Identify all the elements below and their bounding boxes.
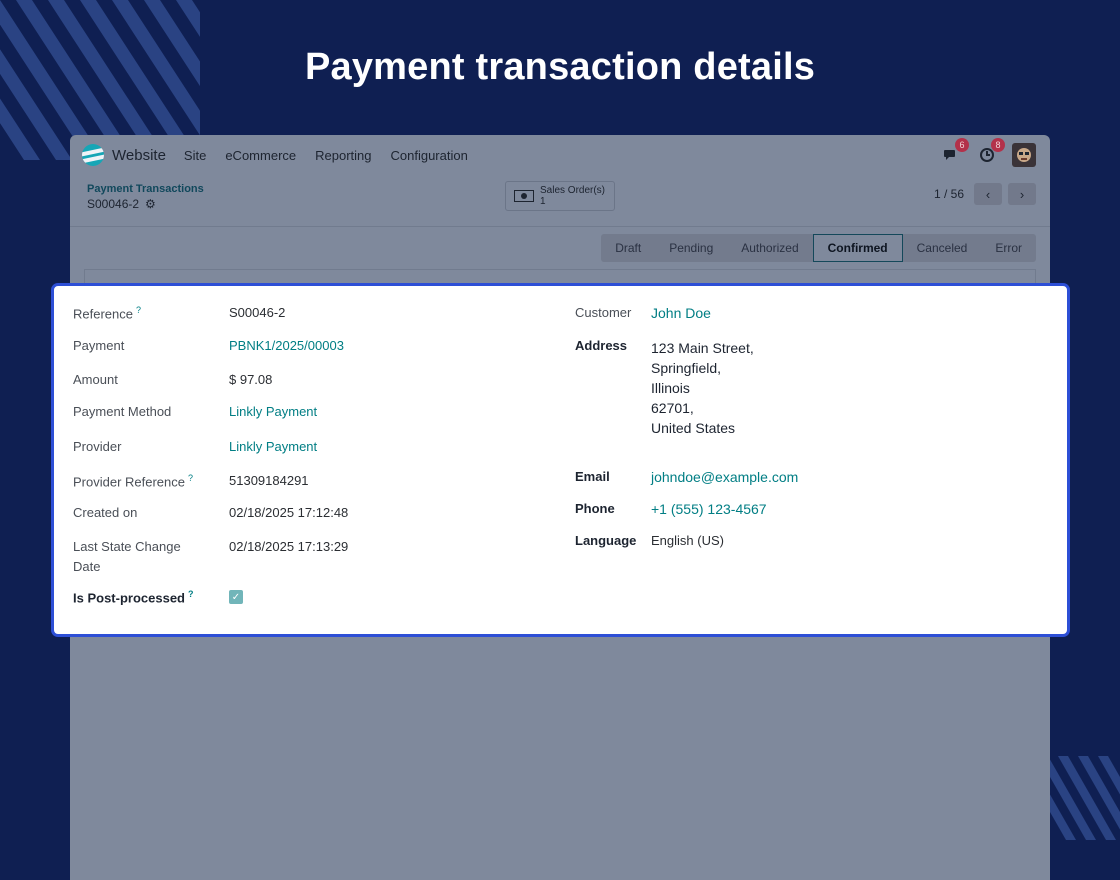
field-address: Address 123 Main Street, Springfield, Il…: [575, 338, 754, 438]
stage-canceled[interactable]: Canceled: [903, 234, 982, 262]
provider-reference-value: 51309184291: [229, 473, 309, 488]
language-value: English (US): [651, 533, 724, 548]
avatar-face-icon: [1017, 148, 1031, 162]
phone-label: Phone: [575, 501, 615, 516]
money-icon: [514, 190, 534, 202]
field-language: Language English (US): [575, 533, 724, 548]
menu-reporting[interactable]: Reporting: [315, 148, 371, 163]
pager-next-button[interactable]: ›: [1008, 183, 1036, 205]
customer-link[interactable]: John Doe: [651, 305, 711, 321]
help-icon[interactable]: ?: [136, 305, 141, 315]
messages-badge: 6: [955, 138, 969, 152]
field-customer: Customer John Doe: [575, 305, 711, 321]
post-processed-checkbox[interactable]: ✓: [229, 590, 243, 605]
address-line: 62701,: [651, 400, 694, 416]
stage-pending[interactable]: Pending: [655, 234, 727, 262]
payment-method-label: Payment Method: [73, 404, 172, 419]
email-link[interactable]: johndoe@example.com: [651, 469, 798, 485]
smart-button-count: 1: [540, 196, 546, 207]
activities-badge: 8: [991, 138, 1005, 152]
payment-method-link[interactable]: Linkly Payment: [229, 404, 317, 419]
help-icon[interactable]: ?: [188, 473, 193, 483]
address-line: 123 Main Street,: [651, 340, 754, 356]
field-email: Email johndoe@example.com: [575, 469, 798, 485]
field-payment-method: Payment Method Linkly Payment: [73, 404, 317, 419]
field-last-state-change: Last State Change Date 02/18/2025 17:13:2…: [73, 537, 348, 577]
breadcrumb-parent[interactable]: Payment Transactions: [87, 183, 204, 195]
created-on-label: Created on: [73, 505, 138, 520]
reference-label: Reference?: [73, 305, 141, 322]
address-line: Illinois: [651, 380, 690, 396]
address-value: 123 Main Street, Springfield, Illinois 6…: [651, 338, 754, 438]
stage-draft[interactable]: Draft: [601, 234, 655, 262]
page-title: Payment transaction details: [304, 46, 816, 88]
provider-reference-label: Provider Reference?: [73, 473, 194, 490]
field-amount: Amount $ 97.08: [73, 372, 272, 387]
app-brand[interactable]: Website: [112, 147, 166, 164]
post-processed-label: Is Post-processed?: [73, 589, 194, 606]
user-avatar[interactable]: [1012, 143, 1036, 167]
transaction-details-card: Reference? S00046-2 Payment PBNK1/2025/0…: [51, 283, 1070, 637]
menu-configuration[interactable]: Configuration: [391, 148, 468, 163]
created-on-value: 02/18/2025 17:12:48: [229, 505, 349, 520]
stage-confirmed[interactable]: Confirmed: [812, 234, 903, 262]
field-phone: Phone +1 (555) 123-4567: [575, 501, 767, 517]
email-label: Email: [575, 469, 610, 484]
field-payment: Payment PBNK1/2025/00003: [73, 338, 344, 353]
field-provider: Provider Linkly Payment: [73, 439, 317, 454]
menu-ecommerce[interactable]: eCommerce: [225, 148, 296, 163]
pager-previous-button[interactable]: ‹: [974, 183, 1002, 205]
menu-site[interactable]: Site: [184, 148, 206, 163]
pager: 1 / 56 ‹ ›: [934, 183, 1036, 205]
address-line: United States: [651, 420, 736, 436]
stage-authorized[interactable]: Authorized: [727, 234, 812, 262]
control-panel: Payment Transactions S00046-2 ⚙ Sales Ord…: [70, 175, 1050, 227]
address-label: Address: [575, 338, 628, 353]
help-icon[interactable]: ?: [188, 589, 194, 599]
last-state-change-value: 02/18/2025 17:13:29: [229, 539, 349, 554]
provider-link[interactable]: Linkly Payment: [229, 439, 317, 454]
messages-button[interactable]: 6: [940, 138, 969, 166]
phone-link[interactable]: +1 (555) 123-4567: [651, 501, 767, 517]
customer-label: Customer: [575, 305, 632, 320]
decorative-stripes-bottom-right: [1048, 756, 1120, 840]
payment-link[interactable]: PBNK1/2025/00003: [229, 338, 344, 353]
stage-error[interactable]: Error: [981, 234, 1036, 262]
field-post-processed: Is Post-processed? ✓: [73, 589, 243, 605]
breadcrumb-current-label: S00046-2: [87, 197, 140, 211]
amount-label: Amount: [73, 372, 118, 387]
language-label: Language: [575, 533, 637, 548]
reference-value: S00046-2: [229, 305, 286, 320]
provider-label: Provider: [73, 439, 122, 454]
activities-button[interactable]: 8: [976, 138, 1005, 166]
address-line: Springfield,: [651, 360, 722, 376]
last-state-change-label: Last State Change Date: [73, 539, 181, 574]
status-bar: Draft Pending Authorized Confirmed Cance…: [601, 234, 1036, 262]
top-navbar: Website Site eCommerce Reporting Configu…: [70, 135, 1050, 175]
smart-button-label: Sales Order(s): [540, 185, 606, 196]
website-logo-icon[interactable]: [82, 144, 104, 166]
breadcrumb-current: S00046-2 ⚙: [87, 197, 156, 211]
payment-label: Payment: [73, 338, 125, 353]
field-provider-reference: Provider Reference? 51309184291: [73, 473, 309, 489]
sales-orders-smart-button[interactable]: Sales Order(s) 1: [505, 181, 615, 211]
field-reference: Reference? S00046-2: [73, 305, 285, 321]
amount-value: $ 97.08: [229, 372, 273, 387]
gear-icon[interactable]: ⚙: [145, 197, 156, 211]
check-icon: ✓: [231, 591, 241, 603]
pager-value: 1 / 56: [933, 187, 964, 201]
field-created-on: Created on 02/18/2025 17:12:48: [73, 505, 348, 520]
